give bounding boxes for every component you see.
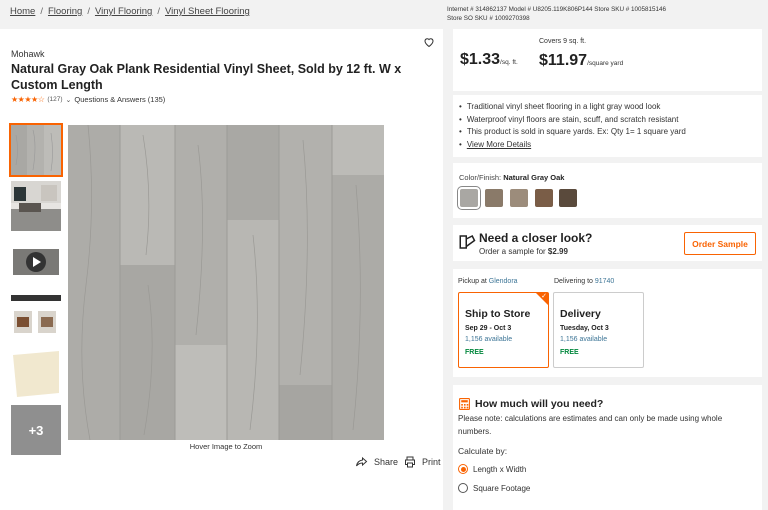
radio-length-width-label: Length x Width	[473, 464, 527, 474]
breadcrumb-separator: /	[157, 6, 160, 17]
view-more-details-link[interactable]: View More Details	[467, 140, 531, 149]
share-icon[interactable]	[355, 456, 368, 468]
thumbnail-sample-pack[interactable]	[11, 293, 61, 343]
rating-row: ★★★★☆ (127) ⌄ Questions & Answers (135)	[11, 95, 165, 104]
swatch-color-3[interactable]	[510, 189, 528, 207]
favorite-heart-icon[interactable]	[423, 36, 435, 48]
ship-to-store-dates: Sep 29 - Oct 3	[465, 325, 512, 332]
product-media-panel: Mohawk Natural Gray Oak Plank Residentia…	[0, 29, 443, 510]
radio-selected-icon[interactable]	[458, 464, 468, 474]
swatch-natural-gray-oak[interactable]	[457, 186, 481, 210]
sample-card: Need a closer look? Order a sample for $…	[453, 225, 762, 261]
sample-swatch-icon	[459, 234, 476, 249]
ship-to-store-cost: FREE	[465, 349, 484, 356]
print-icon[interactable]	[404, 456, 416, 468]
share-print-actions: Share Print	[355, 456, 441, 468]
ship-to-store-option[interactable]: ✓ Ship to Store Sep 29 - Oct 3 1,156 ava…	[458, 292, 549, 368]
swatch-color-4[interactable]	[535, 189, 553, 207]
price-per-yard-value: $11.97	[539, 52, 588, 69]
product-brand[interactable]: Mohawk	[11, 49, 45, 59]
thumbnail-list: +3	[9, 123, 63, 461]
delivery-label: Delivering to	[554, 278, 595, 285]
swatch-color-5[interactable]	[559, 189, 577, 207]
color-finish-card: Color/Finish: Natural Gray Oak	[453, 163, 762, 218]
breadcrumb-flooring[interactable]: Flooring	[48, 6, 82, 17]
product-ids-line1: Internet # 314862137 Model # U8205.119K8…	[447, 6, 667, 13]
radio-square-footage-label: Square Footage	[473, 483, 531, 493]
ship-to-store-availability: 1,156 available	[465, 336, 513, 343]
swatch-color-2[interactable]	[485, 189, 503, 207]
breadcrumb-vinyl-flooring[interactable]: Vinyl Flooring	[95, 6, 152, 17]
highlights-list: Traditional vinyl sheet flooring in a li…	[459, 101, 762, 151]
thumbnail-roll-backing[interactable]	[11, 349, 61, 399]
product-ids-line2: Store SO SKU # 1009270398	[447, 15, 530, 22]
color-finish-value: Natural Gray Oak	[503, 173, 565, 182]
closer-look-heading: Need a closer look?	[479, 231, 593, 245]
product-identifiers: Internet # 314862137 Model # U8205.119K8…	[447, 5, 666, 23]
more-images-count: +3	[28, 422, 44, 438]
color-finish-prefix: Color/Finish:	[459, 173, 502, 182]
calculator-heading: How much will you need?	[475, 398, 604, 410]
breadcrumb-separator: /	[87, 6, 90, 17]
calculate-by-label: Calculate by:	[458, 446, 508, 456]
price-per-yard: $11.97/square yard	[539, 52, 623, 70]
quantity-calculator-card: How much will you need? Please note: cal…	[453, 385, 762, 510]
delivery-zip-link[interactable]: 91740	[595, 278, 614, 285]
delivery-location: Delivering to 91740	[554, 278, 614, 285]
rating-count[interactable]: (127)	[47, 96, 62, 103]
highlights-card: Traditional vinyl sheet flooring in a li…	[453, 95, 762, 157]
sample-price-prefix: Order a sample for	[479, 247, 548, 256]
rating-stars-icon[interactable]: ★★★★☆	[11, 95, 45, 104]
highlight-item: This product is sold in square yards. Ex…	[459, 126, 762, 139]
product-title: Natural Gray Oak Plank Residential Vinyl…	[11, 62, 402, 92]
pickup-label: Pickup at	[458, 278, 489, 285]
pickup-store-link[interactable]: Glendora	[489, 278, 518, 285]
pickup-location: Pickup at Glendora	[458, 278, 518, 285]
delivery-title: Delivery	[560, 308, 601, 320]
ship-to-store-title: Ship to Store	[465, 308, 531, 320]
coverage-text: Covers 9 sq. ft.	[539, 38, 587, 45]
price-per-sqft-value: $1.33	[460, 51, 501, 68]
calculator-note: Please note: calculations are estimates …	[458, 414, 723, 436]
radio-length-width[interactable]: Length x Width	[458, 464, 526, 474]
price-per-yard-unit: /square yard	[587, 60, 624, 67]
thumbnail-wood-texture[interactable]	[9, 123, 63, 177]
price-per-sqft-unit: /sq. ft.	[500, 59, 518, 66]
delivery-dates: Tuesday, Oct 3	[560, 325, 609, 332]
delivery-availability: 1,156 available	[560, 336, 608, 343]
fulfillment-card: Pickup at Glendora Delivering to 91740 ✓…	[453, 269, 762, 377]
radio-square-footage[interactable]: Square Footage	[458, 483, 530, 493]
highlight-item: View More Details	[459, 139, 762, 152]
thumbnail-room-scene[interactable]	[11, 181, 61, 231]
breadcrumb-vinyl-sheet-flooring[interactable]: Vinyl Sheet Flooring	[165, 6, 250, 17]
breadcrumb: Home / Flooring / Vinyl Flooring / Vinyl Sheet…	[10, 6, 250, 17]
breadcrumb-home[interactable]: Home	[10, 6, 35, 17]
price-per-sqft: $1.33/sq. ft.	[460, 51, 518, 69]
hover-zoom-hint: Hover Image to Zoom	[189, 442, 263, 451]
sample-price: $2.99	[547, 247, 568, 256]
closer-look-subtext: Order a sample for $2.99	[479, 247, 568, 256]
highlight-item: Traditional vinyl sheet flooring in a li…	[459, 101, 762, 114]
color-finish-label: Color/Finish: Natural Gray Oak	[459, 173, 564, 182]
print-button[interactable]: Print	[422, 457, 441, 467]
thumbnail-video[interactable]	[11, 237, 61, 287]
radio-unselected-icon[interactable]	[458, 483, 468, 493]
calculator-icon	[459, 398, 470, 410]
highlight-item: Waterproof vinyl floors are stain, scuff…	[459, 114, 762, 127]
order-sample-button[interactable]: Order Sample	[684, 232, 756, 255]
thumbnail-more-images[interactable]: +3	[11, 405, 61, 455]
chevron-down-icon[interactable]: ⌄	[66, 96, 72, 104]
delivery-option[interactable]: Delivery Tuesday, Oct 3 1,156 available …	[553, 292, 644, 368]
delivery-cost: FREE	[560, 349, 579, 356]
breadcrumb-separator: /	[40, 6, 43, 17]
share-button[interactable]: Share	[374, 457, 398, 467]
checkmark-icon: ✓	[541, 293, 547, 300]
price-card: Covers 9 sq. ft. $1.33/sq. ft. $11.97/sq…	[453, 29, 762, 91]
main-product-image[interactable]	[68, 125, 384, 440]
questions-answers-link[interactable]: Questions & Answers (135)	[74, 95, 165, 104]
